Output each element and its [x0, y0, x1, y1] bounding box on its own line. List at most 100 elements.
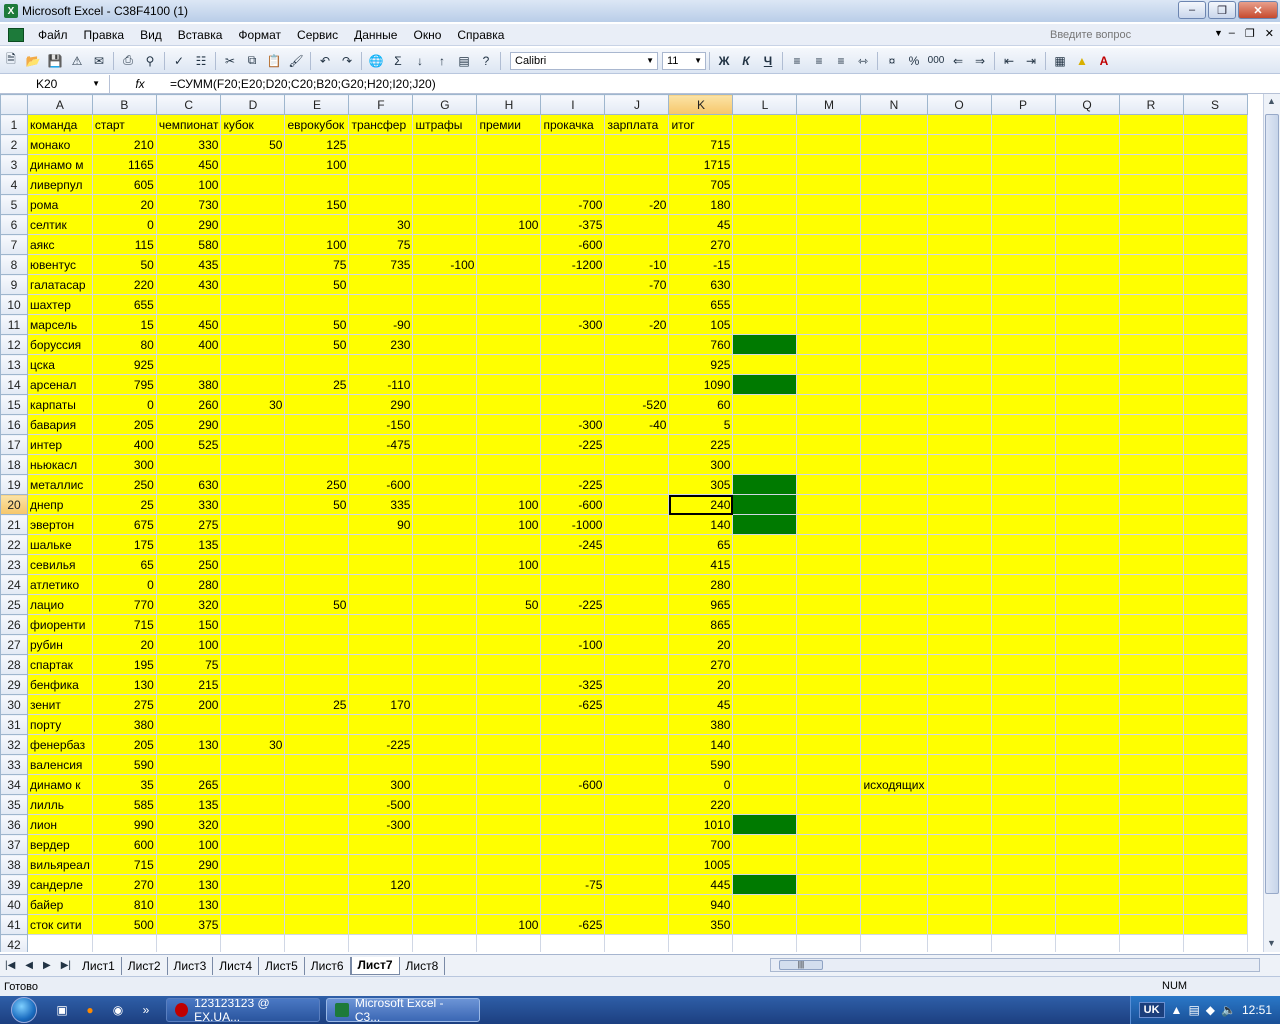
row-header[interactable]: 14: [0, 374, 28, 395]
cell-R23[interactable]: [1118, 554, 1184, 575]
print-preview-icon[interactable]: ⚲: [141, 52, 159, 70]
cell-A7[interactable]: аякс: [27, 234, 93, 255]
cell-P33[interactable]: [990, 754, 1056, 775]
cell-H41[interactable]: 100: [476, 914, 542, 935]
cell-H20[interactable]: 100: [476, 494, 542, 515]
cell-H42[interactable]: [476, 934, 542, 952]
cell-S15[interactable]: [1182, 394, 1248, 415]
align-left-icon[interactable]: ≡: [788, 52, 806, 70]
cell-E26[interactable]: [284, 614, 350, 635]
font-name-select[interactable]: Calibri ▼: [510, 51, 658, 70]
column-header[interactable]: R: [1118, 94, 1184, 115]
cell-N7[interactable]: [860, 234, 928, 255]
cell-B37[interactable]: 600: [91, 834, 157, 855]
cell-N6[interactable]: [860, 214, 928, 235]
menu-file[interactable]: Файл: [30, 28, 76, 42]
cell-N12[interactable]: [860, 334, 928, 355]
close-button[interactable]: ✕: [1238, 1, 1278, 19]
cell-E39[interactable]: [284, 874, 350, 895]
cell-F42[interactable]: [348, 934, 414, 952]
cell-C5[interactable]: 730: [155, 194, 222, 215]
cell-P17[interactable]: [990, 434, 1056, 455]
cell-K3[interactable]: 1715: [668, 154, 734, 175]
cell-G31[interactable]: [412, 714, 478, 735]
cell-A37[interactable]: вердер: [27, 834, 93, 855]
cell-E32[interactable]: [284, 734, 350, 755]
cell-R25[interactable]: [1118, 594, 1184, 615]
cell-H7[interactable]: [476, 234, 542, 255]
cell-I3[interactable]: [540, 154, 606, 175]
menu-tools[interactable]: Сервис: [289, 28, 346, 42]
cell-S8[interactable]: [1182, 254, 1248, 275]
cell-B11[interactable]: 15: [91, 314, 157, 335]
cell-H3[interactable]: [476, 154, 542, 175]
cell-O31[interactable]: [926, 714, 992, 735]
cell-J2[interactable]: [604, 134, 670, 155]
cell-K17[interactable]: 225: [668, 434, 734, 455]
chart-wizard-icon[interactable]: ▤: [455, 52, 473, 70]
cell-L37[interactable]: [732, 834, 798, 855]
cell-G22[interactable]: [412, 534, 478, 555]
cell-C42[interactable]: [155, 934, 222, 952]
cell-O6[interactable]: [926, 214, 992, 235]
cell-H30[interactable]: [476, 694, 542, 715]
cell-E35[interactable]: [284, 794, 350, 815]
cell-P40[interactable]: [990, 894, 1056, 915]
paste-icon[interactable]: 📋: [265, 52, 283, 70]
cell-L27[interactable]: [732, 634, 798, 655]
cell-S21[interactable]: [1182, 514, 1248, 535]
row-header[interactable]: 8: [0, 254, 28, 275]
cell-F31[interactable]: [348, 714, 414, 735]
cell-A22[interactable]: шальке: [27, 534, 93, 555]
row-header[interactable]: 42: [0, 934, 28, 952]
cell-O4[interactable]: [926, 174, 992, 195]
cell-D16[interactable]: [220, 414, 286, 435]
cell-F27[interactable]: [348, 634, 414, 655]
cell-C26[interactable]: 150: [155, 614, 222, 635]
cell-F23[interactable]: [348, 554, 414, 575]
cell-R20[interactable]: [1118, 494, 1184, 515]
increase-indent-icon[interactable]: ⇥: [1022, 52, 1040, 70]
cell-C31[interactable]: [155, 714, 222, 735]
undo-icon[interactable]: ↶: [316, 52, 334, 70]
row-header[interactable]: 16: [0, 414, 28, 435]
percent-button[interactable]: %: [905, 52, 923, 70]
cell-N8[interactable]: [860, 254, 928, 275]
cell-E8[interactable]: 75: [284, 254, 350, 275]
cell-G8[interactable]: -100: [412, 254, 478, 275]
cell-R17[interactable]: [1118, 434, 1184, 455]
cell-E16[interactable]: [284, 414, 350, 435]
cell-P39[interactable]: [990, 874, 1056, 895]
cell-P23[interactable]: [990, 554, 1056, 575]
cell-H13[interactable]: [476, 354, 542, 375]
cell-O11[interactable]: [926, 314, 992, 335]
cell-J25[interactable]: [604, 594, 670, 615]
cell-A18[interactable]: ньюкасл: [27, 454, 93, 475]
cell-A20[interactable]: днепр: [27, 494, 93, 515]
cell-E3[interactable]: 100: [284, 154, 350, 175]
cell-G2[interactable]: [412, 134, 478, 155]
cell-S35[interactable]: [1182, 794, 1248, 815]
show-desktop-icon[interactable]: ▣: [51, 1000, 73, 1020]
cell-N15[interactable]: [860, 394, 928, 415]
cell-B28[interactable]: 195: [91, 654, 157, 675]
cell-C4[interactable]: 100: [155, 174, 222, 195]
cell-A25[interactable]: лацио: [27, 594, 93, 615]
cell-K37[interactable]: 700: [668, 834, 734, 855]
cell-A29[interactable]: бенфика: [27, 674, 93, 695]
cell-I2[interactable]: [540, 134, 606, 155]
cell-Q11[interactable]: [1054, 314, 1120, 335]
cell-J39[interactable]: [604, 874, 670, 895]
cell-F13[interactable]: [348, 354, 414, 375]
cell-M28[interactable]: [796, 654, 862, 675]
cell-C36[interactable]: 320: [155, 814, 222, 835]
fill-color-icon[interactable]: ▲: [1073, 52, 1091, 70]
cell-A35[interactable]: лилль: [27, 794, 93, 815]
cell-B29[interactable]: 130: [91, 674, 157, 695]
row-header[interactable]: 26: [0, 614, 28, 635]
cell-R21[interactable]: [1118, 514, 1184, 535]
cell-L8[interactable]: [732, 254, 798, 275]
cell-R16[interactable]: [1118, 414, 1184, 435]
cell-S24[interactable]: [1182, 574, 1248, 595]
cell-S38[interactable]: [1182, 854, 1248, 875]
